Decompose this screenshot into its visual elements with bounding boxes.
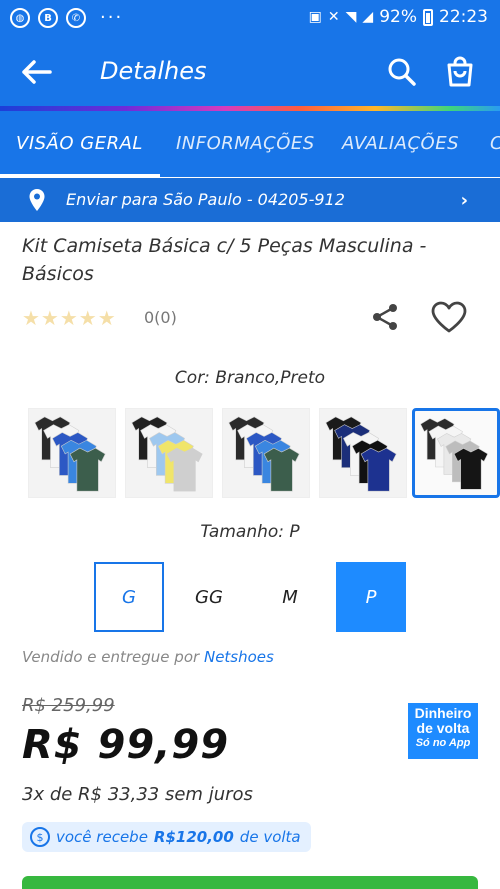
tshirt-kit-image — [228, 416, 300, 492]
wifi-icon: ◥ — [345, 9, 357, 25]
size-label: Tamanho: P — [200, 522, 300, 542]
battery-icon — [423, 8, 433, 26]
color-swatch-kit-white-black[interactable] — [412, 408, 500, 498]
seller-info: Vendido e entregue por Netshoes — [22, 648, 274, 666]
tab-informacoes[interactable]: INFORMAÇÕES — [176, 133, 315, 154]
tab-more[interactable]: C — [490, 133, 500, 154]
chevron-right-icon: › — [460, 190, 468, 211]
favorite-button[interactable] — [430, 300, 468, 334]
arrow-left-icon — [22, 60, 52, 84]
old-price: R$ 259,99 — [22, 695, 115, 716]
seller-link[interactable]: Netshoes — [204, 648, 274, 666]
sim-icon: ▣ — [308, 9, 322, 25]
seller-prefix: Vendido e entregue por — [22, 648, 200, 666]
tab-avaliacoes[interactable]: AVALIAÇÕES — [342, 133, 459, 154]
more-notifications-icon: ··· — [100, 7, 124, 28]
tab-visao-geral[interactable]: VISÃO GERAL — [16, 133, 143, 154]
cashback-icon: $ — [30, 827, 50, 847]
shipping-bar[interactable]: Enviar para São Paulo - 04205-912 › — [0, 178, 500, 222]
notification-icon: ◍ — [10, 8, 30, 28]
size-option-gg[interactable]: GG — [174, 562, 244, 632]
mute-icon: ✕ — [327, 9, 340, 25]
rating-count: 0(0) — [144, 308, 177, 327]
tab-bar: VISÃO GERAL INFORMAÇÕES AVALIAÇÕES C — [0, 111, 500, 177]
b-icon: B — [38, 8, 58, 28]
page-title: Detalhes — [100, 57, 207, 85]
cashback-prefix: você recebe — [56, 828, 148, 846]
back-button[interactable] — [18, 54, 58, 90]
installments: 3x de R$ 33,33 sem juros — [22, 784, 253, 805]
tshirt-kit-image — [420, 418, 489, 490]
signal-icon: ◢ — [362, 9, 374, 25]
color-swatch-kit-green-blue[interactable] — [28, 408, 116, 498]
badge-line-2: de volta — [416, 720, 470, 736]
size-option-p[interactable]: P — [336, 562, 406, 632]
tshirt-kit-image — [34, 416, 106, 492]
dinheiro-de-volta-badge: Dinheiro de volta Só no App — [408, 703, 478, 759]
clock: 22:23 — [439, 7, 488, 27]
battery-percent: 92% — [379, 7, 417, 27]
shopping-bag-icon — [447, 56, 473, 87]
heart-icon — [431, 301, 467, 333]
app-bar: Detalhes — [0, 36, 500, 106]
shipping-text: Enviar para São Paulo - 04205-912 — [66, 190, 345, 209]
size-option-g[interactable]: G — [94, 562, 164, 632]
tshirt-kit-image — [325, 416, 397, 492]
share-button[interactable] — [370, 302, 400, 332]
color-swatch-kit-navy-black[interactable] — [319, 408, 407, 498]
buy-button[interactable] — [22, 876, 478, 889]
rating-stars: ★★★★★ — [22, 306, 117, 330]
cart-button[interactable] — [442, 54, 478, 90]
share-icon — [373, 304, 397, 330]
cashback-suffix: de volta — [239, 828, 301, 846]
color-swatch-kit-grey-yellow[interactable] — [125, 408, 213, 498]
badge-line-3: Só no App — [415, 737, 471, 749]
cashback-badge: $ você recebe R$120,00 de volta — [22, 822, 311, 852]
search-icon — [388, 58, 416, 86]
status-bar: ◍ B ✆ ··· ▣ ✕ ◥ ◢ 92% 22:23 — [0, 0, 500, 36]
search-button[interactable] — [384, 54, 420, 90]
color-swatch-kit-green-navy[interactable] — [222, 408, 310, 498]
location-pin-icon — [29, 189, 45, 211]
color-label: Cor: Branco,Preto — [174, 368, 326, 388]
size-option-m[interactable]: M — [255, 562, 325, 632]
badge-line-1: Dinheiro — [414, 705, 472, 721]
whatsapp-icon: ✆ — [66, 8, 86, 28]
current-price: R$ 99,99 — [22, 722, 230, 768]
tshirt-kit-image — [131, 416, 203, 492]
product-title: Kit Camiseta Básica c/ 5 Peças Masculina… — [22, 235, 427, 285]
cashback-amount: R$120,00 — [153, 828, 234, 846]
